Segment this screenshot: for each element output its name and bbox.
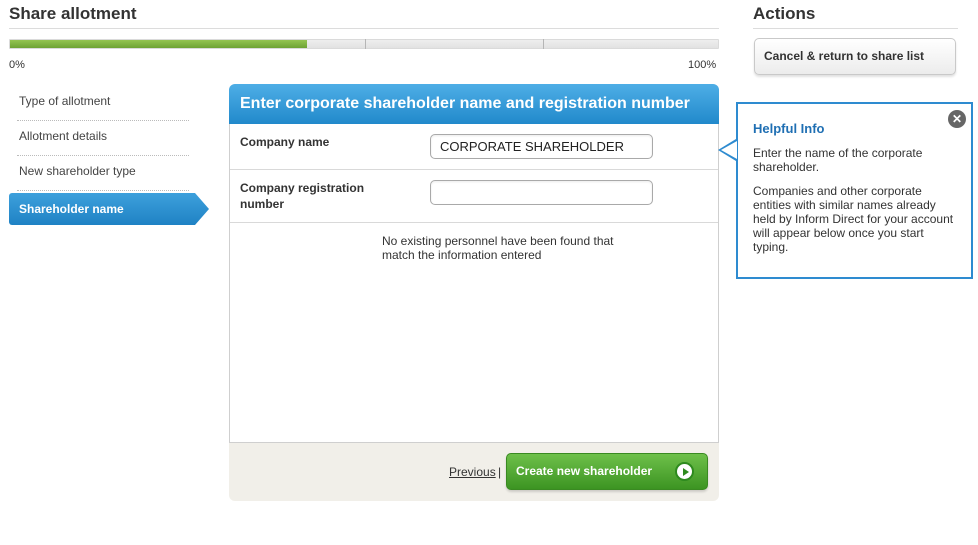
no-results-message: No existing personnel have been found th… xyxy=(382,234,614,262)
step-label: New shareholder type xyxy=(19,164,136,178)
title-divider xyxy=(9,28,719,29)
actions-divider xyxy=(753,28,958,29)
helpful-info-paragraph: Enter the name of the corporate sharehol… xyxy=(753,146,923,174)
step-allotment-details[interactable]: Allotment details xyxy=(9,121,209,156)
cancel-return-button[interactable]: Cancel & return to share list xyxy=(754,38,956,75)
link-separator: | xyxy=(498,465,502,479)
progress-fill xyxy=(10,40,308,48)
info-pointer-inner xyxy=(721,141,737,159)
registration-number-input[interactable] xyxy=(430,180,653,205)
registration-number-row: Company registration number xyxy=(230,170,718,223)
form-body: Company name Company registration number… xyxy=(229,124,719,443)
progress-tick xyxy=(543,39,544,49)
progress-end-label: 100% xyxy=(688,59,717,71)
company-name-row: Company name xyxy=(230,124,718,170)
page-title: Share allotment xyxy=(9,4,137,23)
form-heading: Enter corporate shareholder name and reg… xyxy=(229,84,719,124)
step-label: Shareholder name xyxy=(19,202,124,216)
helpful-info-title: Helpful Info xyxy=(753,121,825,136)
close-icon[interactable]: ✕ xyxy=(948,110,966,128)
registration-number-label: Company registration number xyxy=(240,181,365,211)
step-list: Type of allotment Allotment details New … xyxy=(9,86,209,225)
progress-start-label: 0% xyxy=(9,59,25,71)
step-new-shareholder-type[interactable]: New shareholder type xyxy=(9,156,209,191)
create-shareholder-button[interactable]: Create new shareholder xyxy=(506,453,708,490)
previous-link[interactable]: Previous xyxy=(449,465,496,479)
progress-tick xyxy=(365,39,366,49)
step-shareholder-name: Shareholder name xyxy=(9,193,209,225)
company-name-label: Company name xyxy=(240,135,330,149)
step-divider xyxy=(17,190,189,191)
create-button-label: Create new shareholder xyxy=(516,464,653,478)
company-name-input[interactable] xyxy=(430,134,653,159)
progress-bar xyxy=(9,39,719,49)
helpful-info-paragraph: Companies and other corporate entities w… xyxy=(753,184,954,254)
play-arrow-icon xyxy=(675,462,694,481)
step-label: Allotment details xyxy=(19,129,108,143)
actions-title: Actions xyxy=(753,4,816,23)
helpful-info-box: Helpful Info ✕ Enter the name of the cor… xyxy=(736,102,973,279)
form-panel: Enter corporate shareholder name and reg… xyxy=(229,84,719,501)
step-type-of-allotment[interactable]: Type of allotment xyxy=(9,86,209,121)
step-label: Type of allotment xyxy=(19,94,111,108)
